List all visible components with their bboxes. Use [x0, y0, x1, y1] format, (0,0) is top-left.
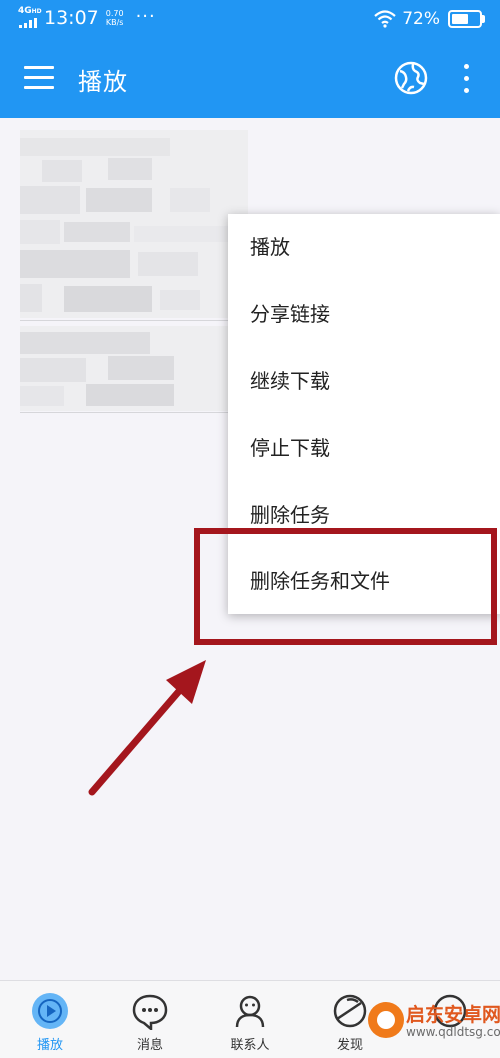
play-circle-icon [32, 993, 68, 1029]
network-speed: 0.70 KB/s [105, 9, 124, 27]
signal-icon [19, 18, 37, 28]
battery-icon [448, 10, 485, 28]
app-bar: 4GHD 13:07 0.70 KB/s ··· 72% 播放 [0, 0, 500, 118]
status-bar: 4GHD 13:07 0.70 KB/s ··· 72% [0, 0, 500, 38]
watermark-url: www.qdldtsg.com [406, 1025, 500, 1039]
contacts-icon [235, 995, 265, 1028]
menu-item-stop-download[interactable]: 停止下载 [228, 415, 500, 481]
network-indicator: 4GHD [18, 7, 42, 29]
list-item[interactable] [20, 130, 248, 318]
annotation-arrow-icon [88, 660, 206, 796]
wifi-icon [374, 10, 396, 28]
menu-item-play[interactable]: 播放 [228, 214, 500, 280]
tab-messages[interactable]: 消息 [100, 981, 200, 1058]
hamburger-menu-icon[interactable] [24, 65, 54, 91]
tab-contacts[interactable]: 联系人 [200, 981, 300, 1058]
tab-play[interactable]: 播放 [0, 981, 100, 1058]
chat-bubble-icon [132, 994, 168, 1030]
page-title: 播放 [78, 68, 128, 96]
globe-icon[interactable] [394, 61, 428, 95]
watermark-logo-icon [368, 1002, 404, 1038]
menu-item-share-link[interactable]: 分享链接 [228, 281, 500, 347]
discover-icon [333, 994, 367, 1028]
list-item[interactable] [20, 326, 248, 411]
more-vertical-icon[interactable] [459, 64, 473, 94]
menu-item-resume-download[interactable]: 继续下载 [228, 348, 500, 414]
watermark-title: 启东安卓网 [406, 1004, 500, 1026]
status-more-icon: ··· [135, 5, 156, 27]
watermark: 启东安卓网 www.qdldtsg.com [368, 1000, 500, 1057]
status-time: 13:07 [44, 7, 99, 29]
annotation-highlight-box [194, 528, 497, 645]
battery-percent: 72% [402, 9, 440, 29]
